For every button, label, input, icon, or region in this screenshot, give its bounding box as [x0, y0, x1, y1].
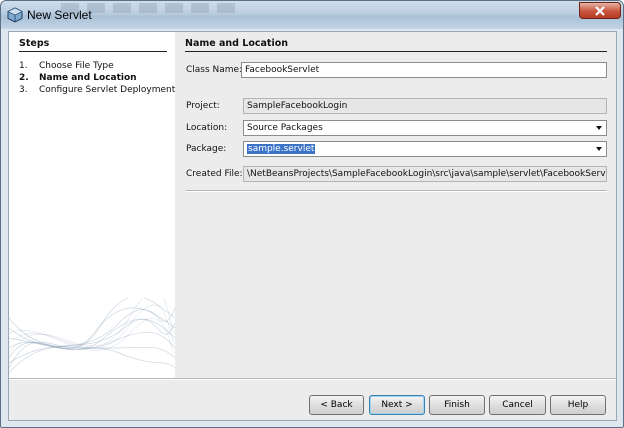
created-file-value: \NetBeansProjects\SampleFacebookLogin\sr…: [247, 169, 607, 179]
class-name-value: FacebookServlet: [245, 65, 320, 75]
footer-divider: [9, 378, 616, 380]
steps-list: 1. Choose File Type 2. Name and Location 3…: [19, 60, 175, 96]
cancel-button[interactable]: Cancel: [489, 395, 546, 415]
created-file-field: \NetBeansProjects\SampleFacebookLogin\sr…: [243, 166, 607, 182]
created-file-label: Created File:: [186, 169, 243, 179]
location-label: Location:: [186, 123, 228, 133]
content-divider: [186, 190, 607, 192]
package-value: sample.servlet: [247, 144, 316, 154]
step-number: 3.: [19, 85, 28, 95]
chevron-down-icon[interactable]: [595, 122, 603, 134]
step-label: Name and Location: [39, 73, 137, 83]
step-label: Choose File Type: [39, 61, 114, 71]
step-number: 1.: [19, 61, 28, 71]
location-dropdown[interactable]: Source Packages: [243, 120, 607, 136]
step-configure-servlet-deployment: 3. Configure Servlet Deployment: [19, 84, 175, 96]
new-servlet-dialog: New Servlet Steps 1. Choose File Type 2. N…: [0, 0, 624, 428]
dialog-content: Steps 1. Choose File Type 2. Name and Loca…: [8, 31, 617, 421]
step-choose-file-type: 1. Choose File Type: [19, 60, 175, 72]
next-button[interactable]: Next >: [369, 395, 425, 415]
step-name-and-location: 2. Name and Location: [19, 72, 175, 84]
close-icon: [595, 5, 605, 16]
package-combobox[interactable]: sample.servlet: [243, 141, 607, 157]
finish-button[interactable]: Finish: [429, 395, 485, 415]
section-title: Name and Location: [185, 38, 607, 52]
back-button[interactable]: < Back: [309, 395, 364, 415]
close-button[interactable]: [579, 2, 621, 19]
window-title: New Servlet: [27, 8, 92, 22]
steps-heading: Steps: [19, 38, 167, 52]
location-value: Source Packages: [247, 123, 323, 133]
step-label: Configure Servlet Deployment: [39, 85, 175, 95]
class-name-label: Class Name:: [186, 65, 243, 75]
class-name-input[interactable]: FacebookServlet: [241, 62, 607, 78]
package-label: Package:: [186, 144, 227, 154]
steps-panel: Steps 1. Choose File Type 2. Name and Loca…: [9, 32, 175, 378]
project-field: SampleFacebookLogin: [243, 98, 607, 114]
chevron-down-icon[interactable]: [595, 143, 603, 155]
help-button[interactable]: Help: [550, 395, 606, 415]
decorative-waves-graphic: [9, 298, 175, 374]
project-label: Project:: [186, 101, 220, 111]
step-number: 2.: [19, 73, 29, 83]
project-value: SampleFacebookLogin: [247, 101, 348, 111]
title-bar[interactable]: New Servlet: [1, 1, 623, 29]
netbeans-cube-icon: [7, 7, 23, 23]
